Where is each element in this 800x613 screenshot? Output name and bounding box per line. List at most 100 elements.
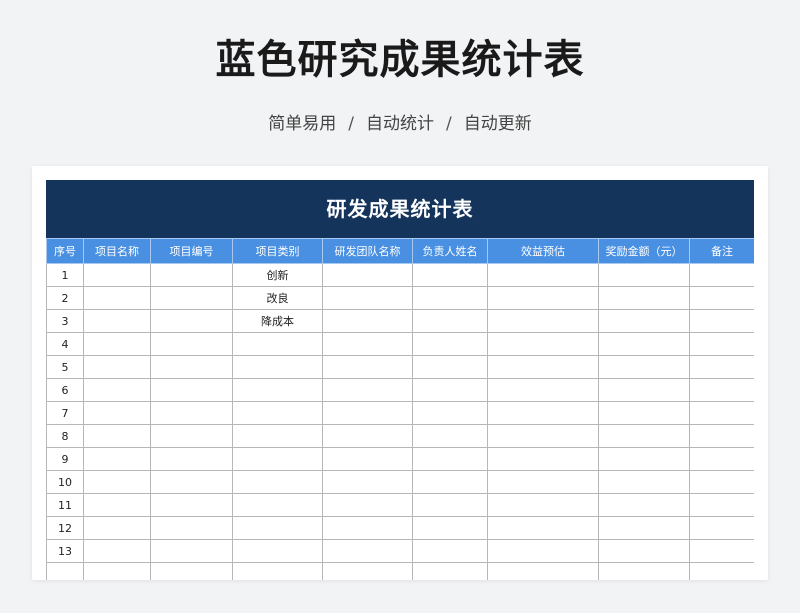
table-cell[interactable] xyxy=(232,516,323,540)
table-cell[interactable] xyxy=(83,378,151,402)
table-cell[interactable] xyxy=(689,401,754,425)
table-cell[interactable] xyxy=(412,263,488,287)
table-cell[interactable] xyxy=(232,378,323,402)
table-cell[interactable] xyxy=(322,309,413,333)
table-cell[interactable]: 1 xyxy=(46,263,84,287)
table-cell[interactable] xyxy=(232,424,323,448)
table-cell[interactable] xyxy=(598,447,690,471)
table-cell[interactable] xyxy=(412,562,488,580)
table-cell[interactable]: 13 xyxy=(46,539,84,563)
table-cell[interactable] xyxy=(83,309,151,333)
table-cell[interactable] xyxy=(150,309,233,333)
table-cell[interactable] xyxy=(150,470,233,494)
table-cell[interactable] xyxy=(83,355,151,379)
table-cell[interactable] xyxy=(598,424,690,448)
table-cell[interactable] xyxy=(598,309,690,333)
table-cell[interactable]: 改良 xyxy=(232,286,323,310)
table-cell[interactable] xyxy=(83,493,151,517)
table-cell[interactable] xyxy=(689,378,754,402)
table-cell[interactable] xyxy=(487,447,599,471)
table-cell[interactable] xyxy=(412,332,488,356)
table-cell[interactable] xyxy=(487,401,599,425)
table-cell[interactable] xyxy=(487,562,599,580)
table-cell[interactable] xyxy=(322,263,413,287)
table-cell[interactable] xyxy=(412,401,488,425)
table-cell[interactable] xyxy=(487,516,599,540)
table-cell[interactable] xyxy=(83,286,151,310)
table-cell[interactable] xyxy=(232,447,323,471)
table-cell[interactable] xyxy=(598,470,690,494)
table-cell[interactable] xyxy=(322,424,413,448)
table-cell[interactable] xyxy=(322,493,413,517)
table-cell[interactable] xyxy=(487,263,599,287)
table-cell[interactable] xyxy=(689,332,754,356)
table-cell[interactable] xyxy=(598,378,690,402)
table-cell[interactable] xyxy=(150,562,233,580)
table-cell[interactable] xyxy=(412,539,488,563)
table-cell[interactable] xyxy=(487,424,599,448)
table-cell[interactable] xyxy=(232,332,323,356)
table-cell[interactable] xyxy=(232,355,323,379)
table-cell[interactable] xyxy=(322,470,413,494)
table-cell[interactable] xyxy=(487,539,599,563)
table-cell[interactable] xyxy=(322,539,413,563)
table-cell[interactable] xyxy=(150,332,233,356)
table-cell[interactable] xyxy=(322,378,413,402)
table-cell[interactable] xyxy=(412,493,488,517)
table-cell[interactable] xyxy=(150,539,233,563)
table-cell[interactable] xyxy=(322,286,413,310)
table-cell[interactable]: 5 xyxy=(46,355,84,379)
table-cell[interactable] xyxy=(412,309,488,333)
table-cell[interactable] xyxy=(232,562,323,580)
table-cell[interactable] xyxy=(150,447,233,471)
table-cell[interactable] xyxy=(689,309,754,333)
table-cell[interactable] xyxy=(487,470,599,494)
table-cell[interactable] xyxy=(598,286,690,310)
table-cell[interactable] xyxy=(412,470,488,494)
table-cell[interactable] xyxy=(412,286,488,310)
table-cell[interactable] xyxy=(598,401,690,425)
table-cell[interactable] xyxy=(487,332,599,356)
table-cell[interactable] xyxy=(322,516,413,540)
table-cell[interactable]: 创新 xyxy=(232,263,323,287)
table-cell[interactable] xyxy=(322,332,413,356)
table-cell[interactable] xyxy=(232,539,323,563)
table-cell[interactable] xyxy=(150,424,233,448)
table-cell[interactable] xyxy=(150,378,233,402)
table-cell[interactable]: 9 xyxy=(46,447,84,471)
table-cell[interactable] xyxy=(83,470,151,494)
table-cell[interactable] xyxy=(689,562,754,580)
table-cell[interactable] xyxy=(487,378,599,402)
table-cell[interactable] xyxy=(487,286,599,310)
table-cell[interactable] xyxy=(487,309,599,333)
table-cell[interactable]: 7 xyxy=(46,401,84,425)
table-cell[interactable] xyxy=(598,263,690,287)
table-cell[interactable]: 3 xyxy=(46,309,84,333)
table-cell[interactable] xyxy=(322,401,413,425)
table-cell[interactable] xyxy=(412,424,488,448)
table-cell[interactable] xyxy=(689,424,754,448)
table-cell[interactable] xyxy=(689,263,754,287)
table-cell[interactable] xyxy=(598,355,690,379)
table-cell[interactable]: 6 xyxy=(46,378,84,402)
table-cell[interactable] xyxy=(232,493,323,517)
table-cell[interactable]: 11 xyxy=(46,493,84,517)
table-cell[interactable] xyxy=(487,355,599,379)
table-cell[interactable] xyxy=(598,493,690,517)
table-cell[interactable] xyxy=(487,493,599,517)
table-cell[interactable] xyxy=(598,562,690,580)
table-cell[interactable] xyxy=(598,516,690,540)
table-cell[interactable] xyxy=(689,286,754,310)
table-cell[interactable] xyxy=(83,401,151,425)
table-cell[interactable] xyxy=(83,516,151,540)
table-cell[interactable] xyxy=(689,516,754,540)
table-cell[interactable] xyxy=(412,447,488,471)
table-cell[interactable]: 10 xyxy=(46,470,84,494)
table-cell[interactable] xyxy=(83,562,151,580)
table-cell[interactable] xyxy=(689,493,754,517)
table-cell[interactable] xyxy=(150,493,233,517)
table-cell[interactable] xyxy=(322,355,413,379)
table-cell[interactable] xyxy=(689,539,754,563)
table-cell[interactable] xyxy=(150,516,233,540)
table-cell[interactable] xyxy=(83,447,151,471)
